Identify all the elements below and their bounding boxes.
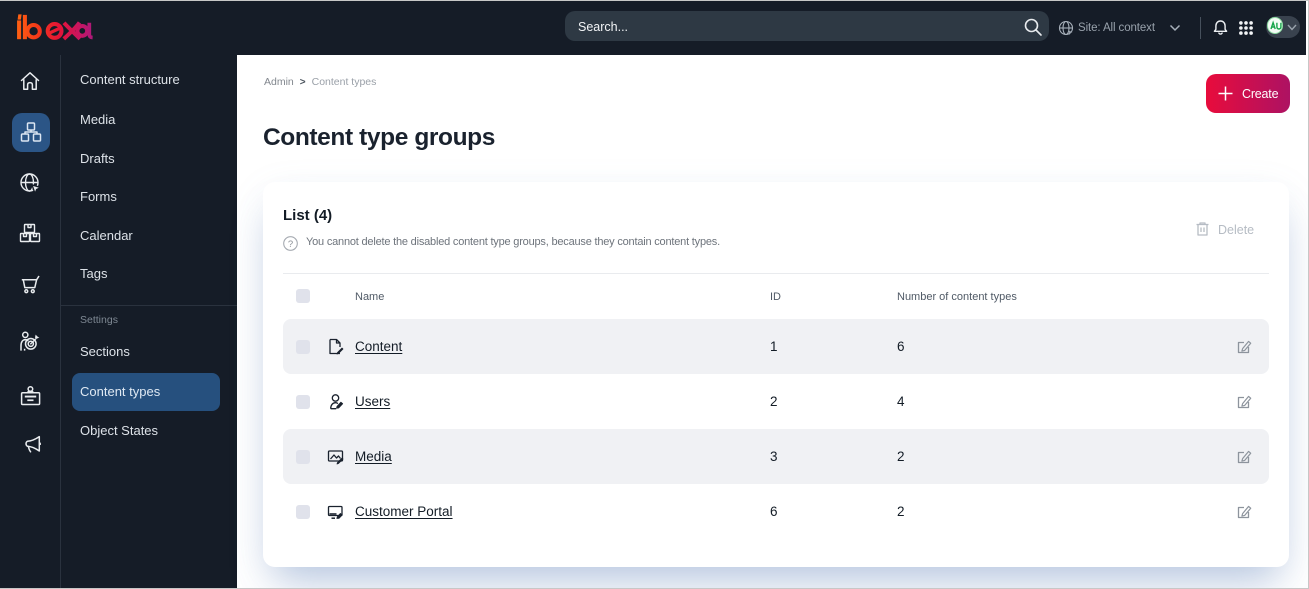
svg-text:?: ? [288, 239, 293, 250]
